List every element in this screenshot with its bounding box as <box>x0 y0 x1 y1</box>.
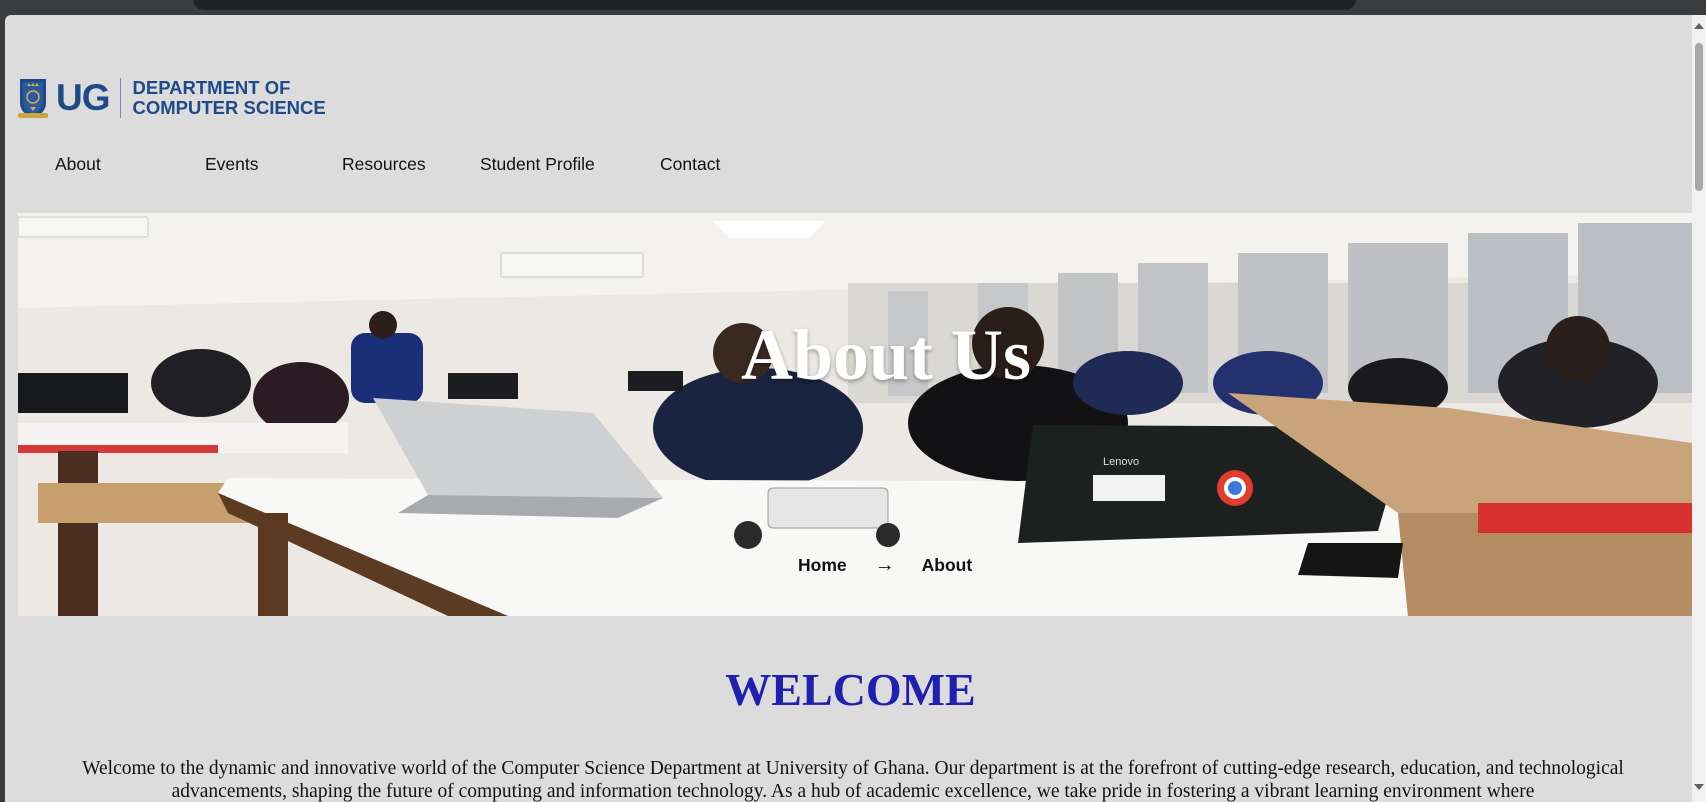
breadcrumb-home-link[interactable]: Home <box>798 555 847 576</box>
laptop-brand-label: Lenovo <box>1103 456 1139 468</box>
nav-item-contact[interactable]: Contact <box>660 154 720 175</box>
breadcrumb-current: About <box>921 555 973 575</box>
nav-item-about[interactable]: About <box>55 154 101 175</box>
arrow-right-icon: → <box>874 554 895 576</box>
site-logo[interactable]: UG DEPARTMENT OF COMPUTER SCIENCE <box>18 75 326 121</box>
scroll-thumb[interactable] <box>1695 43 1703 191</box>
logo-line-2: COMPUTER SCIENCE <box>132 97 326 118</box>
hero-banner: Lenovo About Us Home → About <box>18 213 1692 616</box>
logo-ug-text: UG <box>56 78 121 118</box>
welcome-heading: WELCOME <box>725 664 976 715</box>
nav-item-resources[interactable]: Resources <box>342 154 426 175</box>
scroll-up-arrow-icon[interactable] <box>1694 23 1704 29</box>
page-scrollbar[interactable] <box>1692 15 1706 802</box>
page-viewport: UG DEPARTMENT OF COMPUTER SCIENCE About … <box>5 15 1692 802</box>
main-nav: About Events Resources Student Profile C… <box>5 154 765 184</box>
logo-line-1: DEPARTMENT OF <box>132 77 291 98</box>
hero-title: About Us <box>740 315 1032 395</box>
breadcrumb: Home → About <box>798 554 972 577</box>
address-bar[interactable] <box>193 0 1356 10</box>
ug-crest-icon <box>18 79 48 118</box>
welcome-paragraph: Welcome to the dynamic and innovative wo… <box>82 758 1624 802</box>
scroll-down-arrow-icon[interactable] <box>1694 784 1704 790</box>
browser-toolbar <box>0 0 1706 15</box>
logo-department-name: DEPARTMENT OF COMPUTER SCIENCE <box>133 78 326 118</box>
nav-item-events[interactable]: Events <box>205 154 259 175</box>
nav-item-student-profile[interactable]: Student Profile <box>480 154 595 175</box>
